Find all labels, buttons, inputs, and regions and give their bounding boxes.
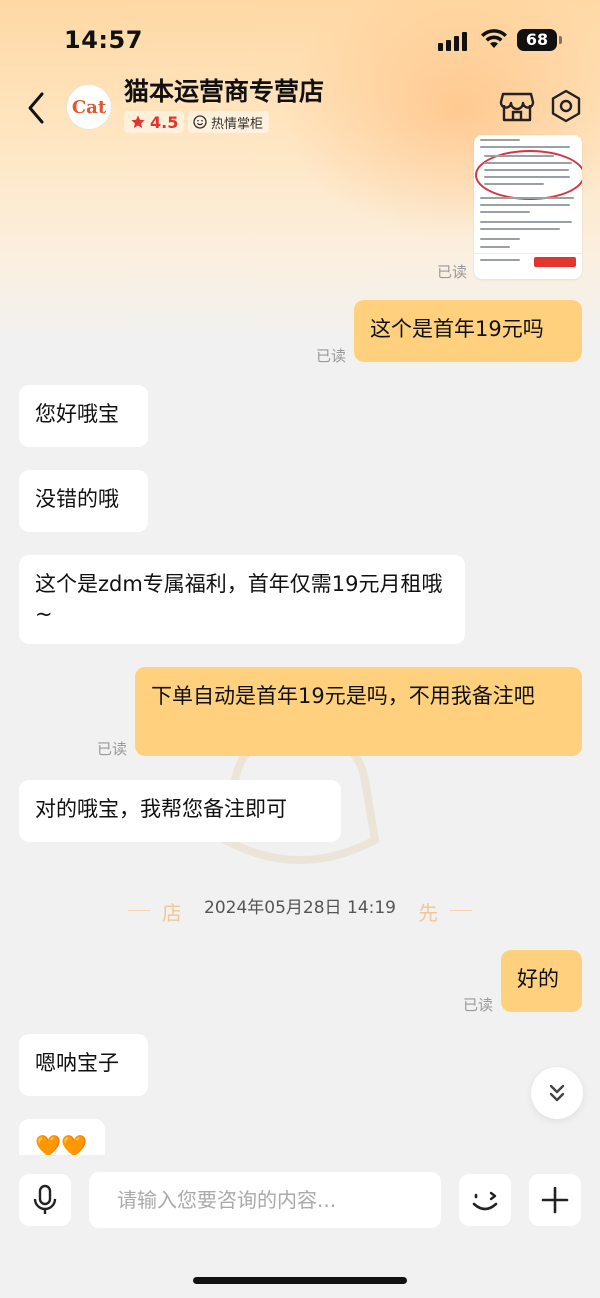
watermark-text-left: 店 xyxy=(162,901,182,925)
status-time: 14:57 xyxy=(64,26,143,54)
message-bubble-incoming[interactable]: 这个是zdm专属福利，首年仅需19元月租哦~ xyxy=(19,555,465,644)
message-bubble-incoming[interactable]: 嗯呐宝子 xyxy=(19,1034,148,1096)
highlight-oval xyxy=(475,150,582,200)
home-indicator xyxy=(193,1277,407,1284)
voice-button[interactable] xyxy=(19,1174,71,1226)
read-status: 已读 xyxy=(437,263,468,281)
message-bubble-incoming[interactable]: 您好哦宝 xyxy=(19,385,148,447)
smile-badge-icon xyxy=(193,115,207,129)
hot-badge-label: 热情掌柜 xyxy=(211,116,264,132)
avatar-logo-text: Cat xyxy=(71,96,107,118)
battery-icon: 68 xyxy=(517,29,557,51)
emoji-button[interactable] xyxy=(459,1174,511,1226)
emoji-icon xyxy=(472,1191,498,1211)
scroll-to-bottom-button[interactable] xyxy=(531,1067,583,1119)
read-status: 已读 xyxy=(97,740,128,758)
rating-badge[interactable]: 4.5 xyxy=(124,111,185,133)
message-input[interactable]: 请输入您要咨询的内容... xyxy=(89,1172,441,1228)
watermark-text-right: 先 xyxy=(418,901,438,925)
read-status: 已读 xyxy=(316,347,347,365)
shop-avatar[interactable]: Cat xyxy=(67,85,111,129)
message-bubble-outgoing[interactable]: 下单自动是首年19元是吗，不用我备注吧 xyxy=(135,667,582,756)
cellular-signal-icon xyxy=(438,31,470,51)
watermark-line-left xyxy=(128,910,150,911)
message-bubble-outgoing[interactable]: 这个是首年19元吗 xyxy=(354,300,582,362)
shop-name[interactable]: 猫本运营商专营店 xyxy=(124,72,324,108)
read-status: 已读 xyxy=(463,996,494,1014)
back-arrow-icon[interactable] xyxy=(20,88,52,128)
star-icon xyxy=(131,115,145,128)
double-chevron-down-icon xyxy=(549,1084,565,1102)
rating-value: 4.5 xyxy=(150,112,179,132)
store-icon[interactable] xyxy=(499,90,535,124)
watermark-line-right xyxy=(450,910,472,911)
status-bar: 14:57 68 xyxy=(0,0,600,80)
message-bubble-incoming[interactable]: 对的哦宝，我帮您备注即可 xyxy=(19,780,341,842)
hot-host-badge[interactable]: 热情掌柜 xyxy=(188,111,270,133)
message-bubble-outgoing[interactable]: 好的 xyxy=(501,950,582,1012)
message-bubble-incoming[interactable]: 没错的哦 xyxy=(19,470,148,532)
battery-cap xyxy=(559,36,562,44)
plus-icon xyxy=(541,1186,569,1214)
hexagon-settings-icon[interactable] xyxy=(548,88,584,124)
mic-icon xyxy=(33,1184,57,1214)
chat-timestamp: 2024年05月28日 14:19 xyxy=(180,891,420,925)
screenshot-image-message[interactable] xyxy=(474,135,582,279)
more-options-button[interactable] xyxy=(529,1174,581,1226)
wifi-icon xyxy=(481,29,507,48)
